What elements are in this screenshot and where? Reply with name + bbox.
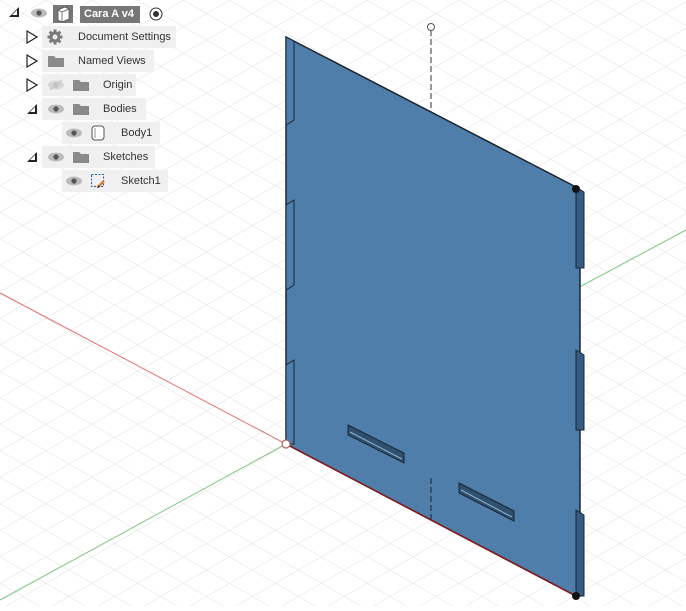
folder-icon: [73, 80, 89, 91]
browser-item-named-views[interactable]: Named Views: [0, 50, 160, 72]
root-component-name[interactable]: Cara A v4: [80, 6, 140, 23]
browser-item-sketch1[interactable]: Sketch1: [0, 170, 172, 192]
collapse-triangle-icon[interactable]: [26, 103, 38, 115]
expand-triangle-icon[interactable]: [26, 30, 38, 44]
vertex-bottom[interactable]: [572, 592, 580, 600]
browser-item-label: Named Views: [78, 55, 146, 67]
eye-icon[interactable]: [65, 127, 83, 139]
browser-root-row[interactable]: Cara A v4: [0, 2, 170, 24]
expand-triangle-icon[interactable]: [26, 78, 38, 92]
eye-hidden-icon[interactable]: [47, 79, 65, 91]
browser-item-origin[interactable]: Origin: [0, 74, 140, 96]
activate-radio-icon[interactable]: [149, 7, 163, 21]
sketch-icon: [91, 174, 105, 188]
eye-icon[interactable]: [47, 103, 65, 115]
browser-item-sketches[interactable]: Sketches: [0, 146, 160, 168]
eye-icon[interactable]: [30, 7, 48, 19]
gear-icon: [47, 29, 63, 45]
browser-item-label: Body1: [121, 127, 153, 139]
browser-item-document-settings[interactable]: Document Settings: [0, 26, 180, 48]
browser-tree: Cara A v4 Document Settings Named Views …: [0, 0, 200, 200]
folder-icon: [73, 104, 89, 115]
browser-item-label: Sketch1: [121, 175, 161, 187]
browser-item-label: Bodies: [103, 103, 137, 115]
body-icon: [91, 125, 105, 141]
origin-point[interactable]: [281, 439, 291, 449]
browser-item-label: Document Settings: [78, 31, 171, 43]
component-icon: [53, 5, 73, 23]
eye-icon[interactable]: [47, 151, 65, 163]
expand-triangle-icon[interactable]: [26, 54, 38, 68]
folder-icon: [73, 152, 89, 163]
collapse-triangle-icon[interactable]: [8, 6, 20, 18]
collapse-triangle-icon[interactable]: [26, 151, 38, 163]
y-axis-end-marker: [427, 23, 435, 31]
browser-item-bodies[interactable]: Bodies: [0, 98, 150, 120]
browser-item-label: Origin: [103, 79, 133, 91]
browser-item-body1[interactable]: Body1: [0, 122, 165, 144]
eye-icon[interactable]: [65, 175, 83, 187]
vertex-top[interactable]: [572, 185, 580, 193]
browser-item-label: Sketches: [103, 151, 149, 163]
folder-icon: [48, 56, 64, 67]
